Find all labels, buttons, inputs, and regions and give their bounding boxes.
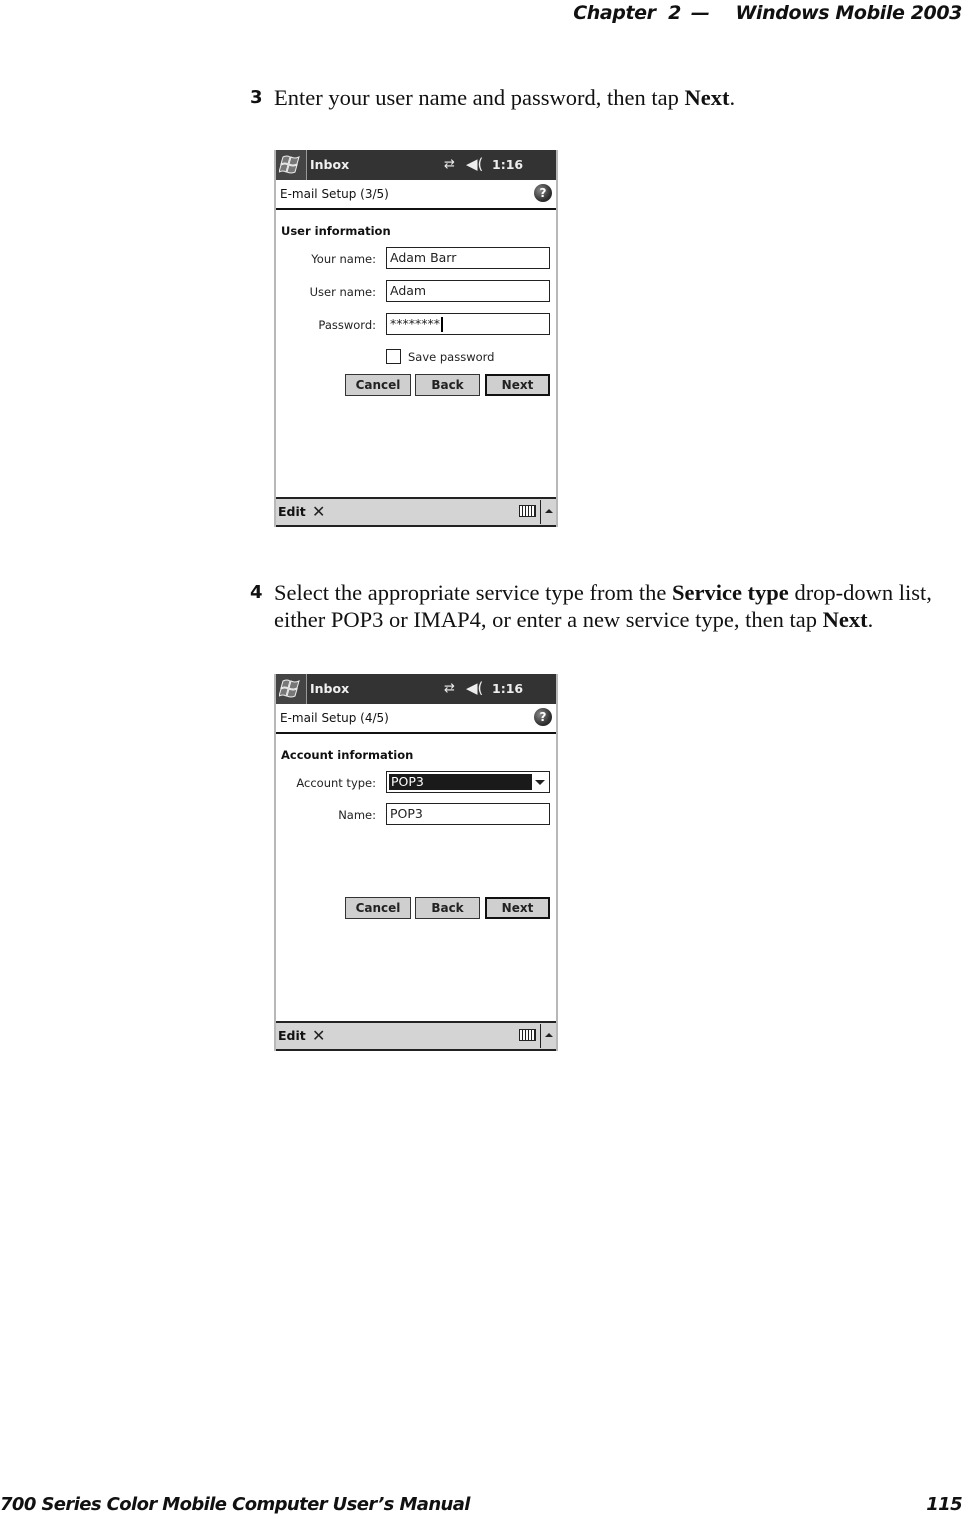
bold-term: Next [684,85,730,110]
running-head: Chapter 2 — Windows Mobile 2003 [573,2,962,24]
account-type-selected: POP3 [389,774,532,790]
chevron-down-icon[interactable] [535,780,545,785]
step-4: 4 Select the appropriate service type fr… [250,579,968,633]
keyboard-icon[interactable] [519,505,536,517]
back-button[interactable]: Back [415,374,480,396]
your-name-label: Your name: [311,252,376,266]
user-name-field[interactable]: Adam [386,280,550,302]
save-password-checkbox[interactable] [386,349,401,364]
chapter-label: Chapter 2 [573,2,681,24]
connectivity-icon[interactable]: ⇄ [444,681,455,696]
input-selector-arrow-icon[interactable] [545,509,553,513]
cancel-button[interactable]: Cancel [345,374,411,396]
separator: — [690,2,710,24]
cancel-button[interactable]: Cancel [345,897,411,919]
menubar-divider [539,1024,541,1048]
bold-term: Service type [671,580,789,605]
connectivity-icon[interactable]: ⇄ [444,157,455,172]
app-title: Inbox [310,681,350,696]
name-label: Name: [338,808,376,822]
chapter-title: Windows Mobile 2003 [735,2,963,24]
bold-term: Next [822,607,868,632]
device-screen-email-setup-3: Inbox ⇄ ◀( 1:16 E-mail Setup (3/5) ? Use… [274,150,558,527]
edit-menu[interactable]: Edit [278,504,306,519]
input-selector-arrow-icon[interactable] [545,1033,553,1037]
volume-icon[interactable]: ◀( [466,679,483,697]
your-name-field[interactable]: Adam Barr [386,247,550,269]
windows-flag-icon [279,155,300,174]
clock[interactable]: 1:16 [492,157,523,172]
start-button[interactable] [276,674,307,704]
title-bar: Inbox ⇄ ◀( 1:16 [276,150,556,180]
tools-icon[interactable]: ✕ [312,1026,325,1045]
device-screen-email-setup-4: Inbox ⇄ ◀( 1:16 E-mail Setup (4/5) ? Acc… [274,674,558,1051]
text-caret [441,317,443,332]
title-bar: Inbox ⇄ ◀( 1:16 [276,674,556,704]
step-text: Enter your user name and password, then … [274,85,736,110]
app-title: Inbox [310,157,350,172]
password-field[interactable]: ******** [386,313,550,335]
page-title: E-mail Setup (4/5) [280,711,389,725]
page-header: E-mail Setup (4/5) ? [276,704,556,734]
volume-icon[interactable]: ◀( [466,155,483,173]
start-button[interactable] [276,150,307,180]
account-type-dropdown[interactable]: POP3 [386,771,550,793]
page-header: E-mail Setup (3/5) ? [276,180,556,210]
user-name-label: User name: [309,285,376,299]
clock[interactable]: 1:16 [492,681,523,696]
keyboard-icon[interactable] [519,1029,536,1041]
tools-icon[interactable]: ✕ [312,502,325,521]
section-heading: User information [281,224,391,238]
page-title: E-mail Setup (3/5) [280,187,389,201]
windows-flag-icon [279,679,300,698]
step-number: 3 [250,87,263,108]
step-number: 4 [250,582,263,603]
next-button[interactable]: Next [485,374,550,396]
footer-manual-title: 700 Series Color Mobile Computer User’s … [0,1494,470,1515]
page-number: 115 [926,1494,962,1515]
help-icon[interactable]: ? [534,708,552,726]
menu-bar: Edit ✕ [276,497,556,527]
password-value: ******** [390,316,440,331]
step-text: Select the appropriate service type from… [274,580,932,632]
help-icon[interactable]: ? [534,184,552,202]
password-label: Password: [318,318,376,332]
save-password-label[interactable]: Save password [408,350,494,364]
menubar-divider [539,500,541,524]
next-button[interactable]: Next [485,897,550,919]
edit-menu[interactable]: Edit [278,1028,306,1043]
menu-bar: Edit ✕ [276,1021,556,1051]
back-button[interactable]: Back [415,897,480,919]
section-heading: Account information [281,748,414,762]
account-type-label: Account type: [296,776,376,790]
step-3: 3 Enter your user name and password, the… [250,84,950,111]
name-field[interactable]: POP3 [386,803,550,825]
